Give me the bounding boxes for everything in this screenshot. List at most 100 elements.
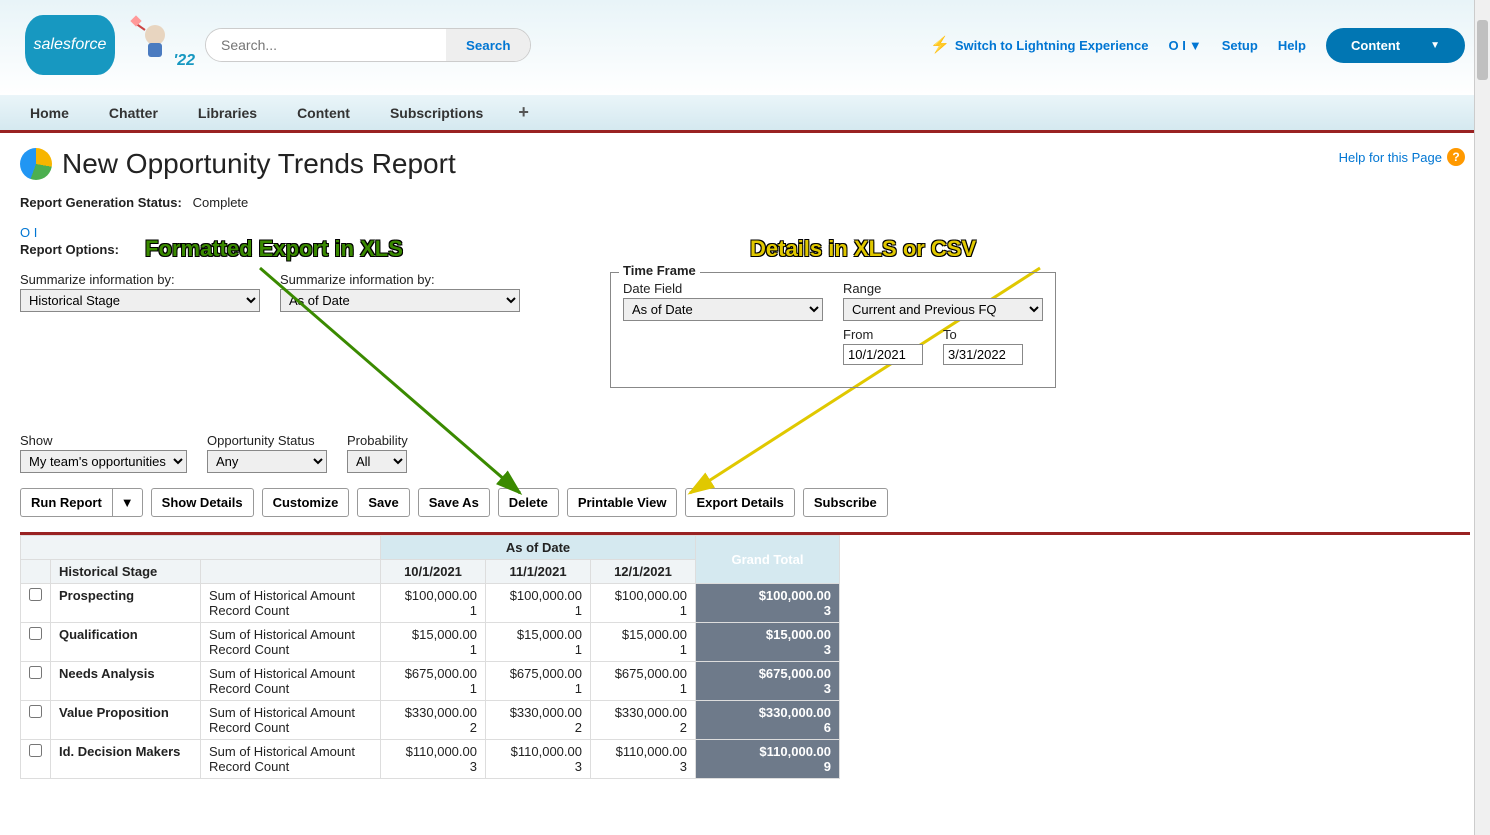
customize-button[interactable]: Customize [262,488,350,517]
metric-cell: Sum of Historical AmountRecord Count [201,584,381,623]
value-cell: $15,000.001 [591,623,696,662]
metric-cell: Sum of Historical AmountRecord Count [201,740,381,779]
from-label: From [843,327,923,342]
report-owner-link[interactable]: O I [20,225,37,240]
lightning-text: Switch to Lightning Experience [955,38,1149,53]
search-input[interactable] [206,29,446,61]
run-report-button[interactable]: Run Report [20,488,112,517]
row-checkbox[interactable] [29,627,42,640]
filters-row-2: Show My team's opportunities Opportunity… [20,433,1470,473]
row-checkbox[interactable] [29,744,42,757]
release-year: '22 [173,52,195,70]
nav-add-tab[interactable]: + [518,102,529,123]
help-page-link[interactable]: Help for this Page ? [1339,148,1465,166]
opp-status-select[interactable]: Any [207,450,327,473]
scrollbar-thumb[interactable] [1477,20,1488,80]
grand-total-cell: $110,000.009 [696,740,840,779]
table-row: ProspectingSum of Historical AmountRecor… [21,584,840,623]
grand-total-cell: $15,000.003 [696,623,840,662]
value-cell: $15,000.001 [381,623,486,662]
value-cell: $675,000.001 [591,662,696,701]
opp-status-label: Opportunity Status [207,433,327,448]
status-row: Report Generation Status: Complete [20,195,1470,210]
stage-cell: Qualification [51,623,201,662]
caret-down-icon: ▼ [1189,38,1202,53]
title-row: New Opportunity Trends Report [20,148,1470,180]
summarize1-select[interactable]: Historical Stage [20,289,260,312]
probability-filter: Probability All [347,433,408,473]
stage-cell: Value Proposition [51,701,201,740]
range-label: Range [843,281,1043,296]
stage-cell: Id. Decision Makers [51,740,201,779]
page-title: New Opportunity Trends Report [62,148,456,180]
metric-cell: Sum of Historical AmountRecord Count [201,623,381,662]
report-table-wrap: As of Date Grand Total Historical Stage … [20,532,1470,779]
search-button[interactable]: Search [446,29,530,61]
nav-libraries[interactable]: Libraries [193,95,262,131]
summarize-by-1: Summarize information by: Historical Sta… [20,272,260,312]
date-col-1: 10/1/2021 [381,560,486,584]
value-cell: $110,000.003 [381,740,486,779]
summarize2-label: Summarize information by: [280,272,520,287]
content-app-pill[interactable]: Content ▼ [1326,28,1465,63]
to-label: To [943,327,1023,342]
metric-cell: Sum of Historical AmountRecord Count [201,662,381,701]
help-icon: ? [1447,148,1465,166]
date-field-select[interactable]: As of Date [623,298,823,321]
table-row: Needs AnalysisSum of Historical AmountRe… [21,662,840,701]
printable-view-button[interactable]: Printable View [567,488,678,517]
salesforce-logo: salesforce [25,15,115,75]
nav-subscriptions[interactable]: Subscriptions [385,95,488,131]
show-details-button[interactable]: Show Details [151,488,254,517]
value-cell: $330,000.002 [486,701,591,740]
switch-lightning-link[interactable]: ⚡ Switch to Lightning Experience [930,35,1149,55]
grand-total-cell: $675,000.003 [696,662,840,701]
help-text: Help for this Page [1339,150,1442,165]
caret-down-icon: ▼ [1430,40,1440,51]
value-cell: $100,000.001 [381,584,486,623]
nav-home[interactable]: Home [25,95,74,131]
header-right: ⚡ Switch to Lightning Experience O I ▼ S… [930,28,1465,63]
show-filter: Show My team's opportunities [20,433,187,473]
from-input[interactable] [843,344,923,365]
button-row: Run Report ▼ Show Details Customize Save… [20,488,1470,517]
vertical-scrollbar[interactable] [1474,0,1490,835]
show-select[interactable]: My team's opportunities [20,450,187,473]
timeframe-fieldset: Time Frame Date Field As of Date Range C… [610,272,1056,388]
grand-total-header: Grand Total [696,536,840,584]
save-as-button[interactable]: Save As [418,488,490,517]
search-container: Search [205,28,531,62]
date-col-3: 12/1/2021 [591,560,696,584]
summarize2-select[interactable]: As of Date [280,289,520,312]
export-details-button[interactable]: Export Details [685,488,794,517]
user-menu[interactable]: O I ▼ [1168,38,1201,53]
nav-bar: Home Chatter Libraries Content Subscript… [0,95,1490,133]
nav-content[interactable]: Content [292,95,355,131]
row-checkbox[interactable] [29,588,42,601]
run-report-group: Run Report ▼ [20,488,143,517]
nav-chatter[interactable]: Chatter [104,95,163,131]
range-select[interactable]: Current and Previous FQ [843,298,1043,321]
filters-row-1: Summarize information by: Historical Sta… [20,272,1470,388]
delete-button[interactable]: Delete [498,488,559,517]
logo-text: salesforce [34,36,107,54]
top-header: salesforce '22 Search ⚡ Switch to Lightn… [0,0,1490,95]
date-col-2: 11/1/2021 [486,560,591,584]
run-report-dropdown[interactable]: ▼ [112,488,143,517]
timeframe-legend: Time Frame [619,263,700,278]
row-checkbox[interactable] [29,705,42,718]
to-input[interactable] [943,344,1023,365]
subscribe-button[interactable]: Subscribe [803,488,888,517]
table-row: Value PropositionSum of Historical Amoun… [21,701,840,740]
historical-stage-header: Historical Stage [51,560,201,584]
table-row: QualificationSum of Historical AmountRec… [21,623,840,662]
summarize-by-2: Summarize information by: As of Date [280,272,520,312]
setup-link[interactable]: Setup [1222,38,1258,53]
value-cell: $15,000.001 [486,623,591,662]
report-icon [20,148,52,180]
help-link[interactable]: Help [1278,38,1306,53]
row-checkbox[interactable] [29,666,42,679]
probability-select[interactable]: All [347,450,407,473]
grand-total-cell: $100,000.003 [696,584,840,623]
save-button[interactable]: Save [357,488,409,517]
